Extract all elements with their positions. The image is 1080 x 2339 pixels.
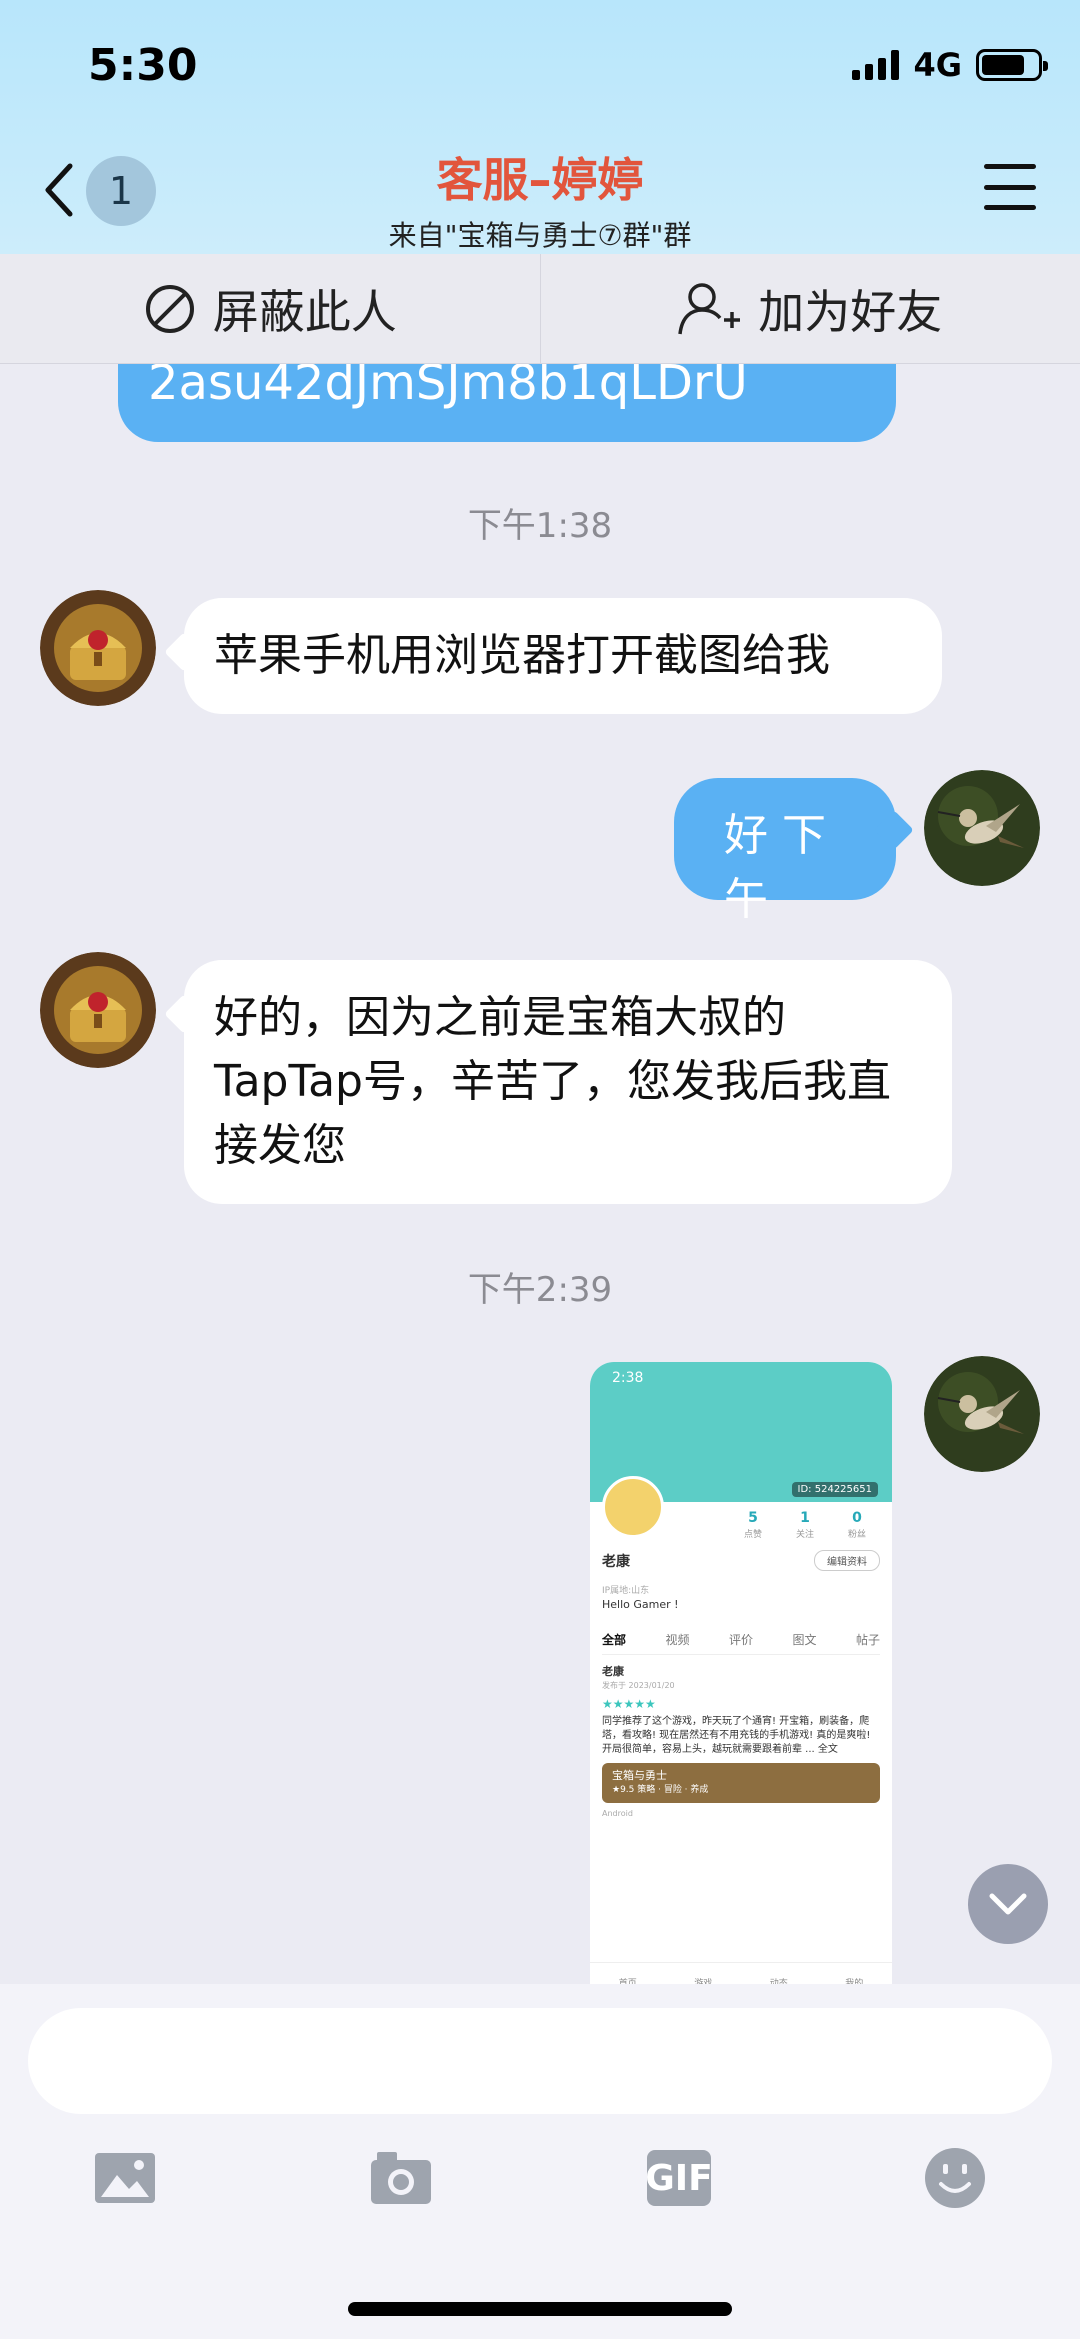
scroll-to-bottom-button[interactable]: [968, 1864, 1048, 1944]
message-text: 2asu42dJmSJm8b1qLDrU: [148, 364, 748, 411]
battery-icon: [976, 49, 1048, 81]
message-bubble-own[interactable]: 好 下午: [674, 778, 896, 925]
emoji-button[interactable]: [920, 2146, 990, 2210]
timestamp: 下午2:39: [467, 1270, 613, 1310]
home-indicator[interactable]: [348, 2302, 732, 2316]
shot-user-id: ID: 524225651: [791, 1482, 878, 1497]
block-icon: [145, 284, 194, 333]
gif-icon: GIF: [645, 2150, 713, 2206]
chest-avatar-icon: [40, 952, 156, 1068]
message-bubble[interactable]: 好的，因为之前是宝箱大叔的TapTap号，辛苦了，您发我后我直接发您: [184, 960, 952, 1204]
message-bubble-partial[interactable]: 2asu42dJmSJm8b1qLDrU: [118, 364, 896, 442]
smiley-icon: [925, 2148, 985, 2208]
chest-avatar-icon: [40, 590, 156, 706]
shot-location: IP属地:山东: [602, 1586, 650, 1596]
chevron-down-icon: [989, 1893, 1027, 1915]
add-friend-button[interactable]: 加为好友: [539, 254, 1080, 363]
camera-icon: [371, 2152, 431, 2204]
shot-bio: Hello Gamer !: [602, 1598, 679, 1611]
avatar[interactable]: [40, 590, 156, 706]
shot-tabs: 全部 视频 评价 图文 帖子: [602, 1631, 880, 1655]
network-label: 4G: [913, 46, 962, 84]
shot-post: 老康 发布于 2023/01/20 ★★★★★ 同学推荐了这个游戏，昨天玩了个通…: [602, 1665, 880, 1821]
status-time: 5:30: [88, 40, 198, 91]
hummingbird-avatar-icon: [924, 1356, 1040, 1472]
block-user-label: 屏蔽此人: [212, 284, 397, 339]
signal-icon: [852, 50, 900, 80]
status-indicators: 4G: [852, 46, 1048, 84]
message-text: 好的，因为之前是宝箱大叔的TapTap号，辛苦了，您发我后我直接发您: [214, 992, 891, 1171]
shot-name-row: 老康 编辑资料: [602, 1550, 880, 1571]
chat-title: 客服–婷婷: [436, 153, 644, 207]
shot-avatar: [602, 1476, 664, 1538]
my-avatar[interactable]: [924, 770, 1040, 886]
action-bar: 屏蔽此人 加为好友: [0, 254, 1080, 364]
message-text: 好 下午: [724, 810, 826, 925]
shot-profile: 5 点赞 1 关注 0 粉丝 老康 编辑资料 IP属地:山东 Hello Gamer …: [590, 1476, 892, 1825]
message-text: 苹果手机用浏览器打开截图给我: [214, 630, 830, 681]
add-user-icon: [678, 282, 741, 334]
my-avatar[interactable]: [924, 1356, 1040, 1472]
gif-button[interactable]: GIF: [644, 2146, 714, 2210]
composer: GIF: [0, 1984, 1080, 2339]
shot-game-card: 宝箱与勇士 ★9.5 策略 · 冒险 · 养成: [602, 1763, 880, 1803]
camera-button[interactable]: [366, 2146, 436, 2210]
avatar[interactable]: [40, 952, 156, 1068]
block-user-button[interactable]: 屏蔽此人: [0, 254, 540, 363]
add-friend-label: 加为好友: [758, 284, 943, 339]
shot-time: 2:38: [612, 1370, 644, 1386]
hummingbird-avatar-icon: [924, 770, 1040, 886]
image-icon: [95, 2153, 155, 2203]
chat-messages[interactable]: 2asu42dJmSJm8b1qLDrU 下午1:38 苹果手机用浏览器打开截图…: [0, 364, 1080, 1984]
message-input[interactable]: [28, 2008, 1052, 2114]
menu-button[interactable]: [984, 164, 1036, 210]
timestamp: 下午1:38: [467, 506, 613, 546]
image-message[interactable]: 2:38 ID: 524225651 5 点赞 1 关注 0 粉丝 老康 编辑资料 I…: [590, 1362, 892, 2002]
message-bubble[interactable]: 苹果手机用浏览器打开截图给我: [184, 598, 942, 714]
chat-subtitle: 来自"宝箱与勇士⑦群"群: [388, 219, 692, 252]
photo-button[interactable]: [90, 2146, 160, 2210]
chat-header: 5:30 4G 1 客服–婷婷 来自"宝箱与勇士⑦群"群: [0, 0, 1080, 254]
